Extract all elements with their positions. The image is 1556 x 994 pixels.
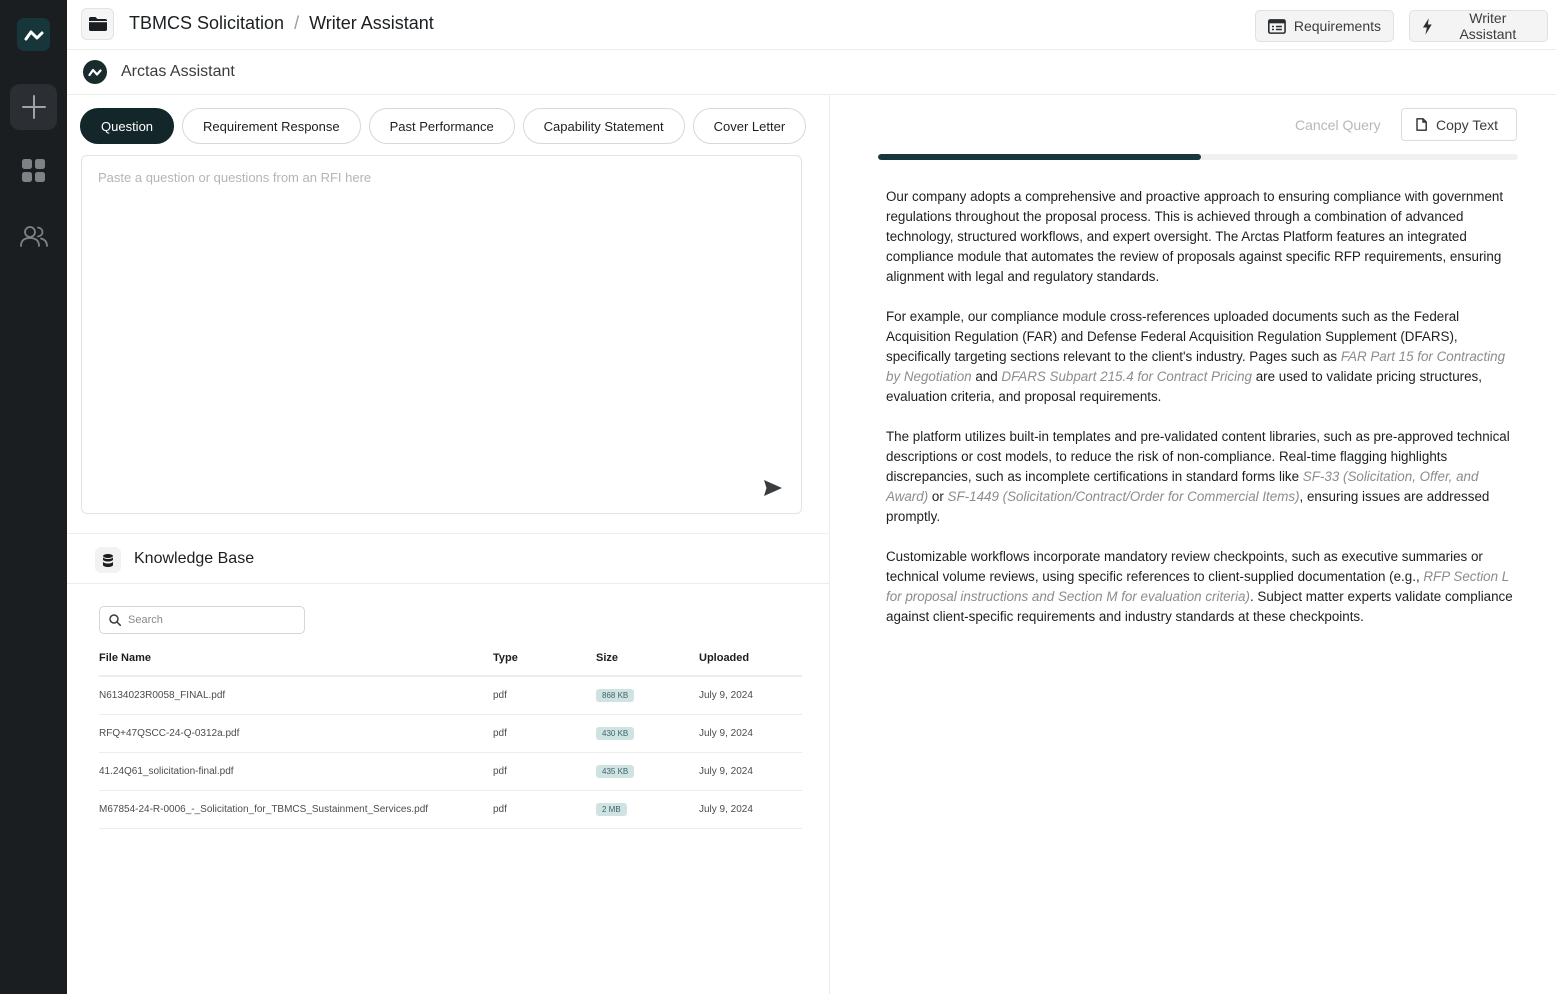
file-type: pdf: [493, 690, 507, 701]
search-icon: [109, 614, 121, 626]
send-button[interactable]: [763, 479, 783, 497]
breadcrumb-separator: /: [294, 13, 300, 33]
search-input[interactable]: [128, 614, 288, 626]
response-paragraph: Customizable workflows incorporate manda…: [886, 549, 1513, 624]
response-text: Our company adopts a comprehensive and p…: [886, 187, 1518, 647]
file-name: N6134023R0058_FINAL.pdf: [99, 690, 226, 701]
table-header-row: File Name Type Size Uploaded: [99, 641, 802, 677]
file-uploaded: July 9, 2024: [699, 804, 753, 815]
top-header: TBMCS Solicitation / Writer Assistant Re…: [67, 0, 1556, 50]
writer-assistant-button-label: Writer Assistant: [1459, 10, 1517, 42]
column-header-type[interactable]: Type: [493, 641, 518, 675]
breadcrumb-page: Writer Assistant: [309, 13, 434, 33]
table-icon: [1268, 18, 1286, 34]
table-row[interactable]: N6134023R0058_FINAL.pdf pdf 868 KB July …: [99, 677, 802, 715]
sidebar: [0, 0, 67, 994]
column-header-file-name[interactable]: File Name: [99, 641, 151, 675]
progress-fill: [878, 154, 1202, 160]
file-type: pdf: [493, 804, 507, 815]
mode-tabs: Question Requirement Response Past Perfo…: [80, 108, 807, 144]
files-table: File Name Type Size Uploaded N6134023R00…: [99, 641, 802, 829]
generation-progress-bar: [878, 154, 1518, 160]
document-icon: [1416, 118, 1427, 131]
response-paragraph: For example, our compliance module cross…: [886, 309, 1506, 404]
folder-icon: [88, 17, 107, 31]
file-uploaded: July 9, 2024: [699, 766, 753, 777]
requirements-button[interactable]: Requirements: [1255, 10, 1394, 42]
file-size-badge: 2 MB: [596, 803, 627, 816]
tab-cover-letter[interactable]: Cover Letter: [692, 108, 807, 144]
file-size-badge: 435 KB: [596, 765, 635, 778]
table-row[interactable]: RFQ+47QSCC-24-Q-0312a.pdf pdf 430 KB Jul…: [99, 715, 802, 753]
app-logo-icon[interactable]: [17, 18, 50, 51]
question-input[interactable]: [98, 170, 778, 470]
copy-text-button[interactable]: Copy Text: [1401, 108, 1517, 141]
reference-citation: DFARS Subpart 215.4 for Contract Pricing: [1001, 369, 1252, 384]
query-panel: Question Requirement Response Past Perfo…: [67, 95, 830, 994]
assistant-bar: Arctas Assistant: [67, 50, 1556, 95]
requirements-button-label: Requirements: [1293, 18, 1381, 34]
copy-text-label: Copy Text: [1436, 116, 1498, 133]
table-row[interactable]: 41.24Q61_solicitation-final.pdf pdf 435 …: [99, 753, 802, 791]
database-icon: [95, 547, 121, 573]
lightning-icon: [1422, 17, 1432, 35]
file-type: pdf: [493, 766, 507, 777]
send-icon: [764, 480, 782, 496]
folder-button[interactable]: [81, 8, 114, 40]
knowledge-base-title: Knowledge Base: [134, 550, 255, 567]
grid-icon: [21, 159, 45, 182]
tab-past-performance[interactable]: Past Performance: [368, 108, 515, 144]
cancel-query-button[interactable]: Cancel Query: [1295, 117, 1381, 133]
file-uploaded: July 9, 2024: [699, 728, 753, 739]
team-button[interactable]: [10, 213, 57, 259]
breadcrumb: TBMCS Solicitation / Writer Assistant: [129, 13, 434, 34]
file-uploaded: July 9, 2024: [699, 690, 753, 701]
users-icon: [19, 226, 48, 247]
column-header-size[interactable]: Size: [596, 641, 618, 675]
breadcrumb-project[interactable]: TBMCS Solicitation: [129, 13, 284, 34]
response-panel: Cancel Query Copy Text Our company adopt…: [831, 95, 1556, 994]
dashboard-button[interactable]: [10, 148, 57, 194]
file-name: 41.24Q61_solicitation-final.pdf: [99, 766, 234, 777]
file-search: [99, 606, 305, 634]
response-paragraph: Our company adopts a comprehensive and p…: [886, 189, 1504, 284]
file-type: pdf: [493, 728, 507, 739]
knowledge-base-header: Knowledge Base: [67, 533, 830, 584]
writer-assistant-button[interactable]: Writer Assistant: [1409, 10, 1548, 42]
question-box: [81, 155, 802, 514]
reference-citation: SF-1449 (Solicitation/Contract/Order for…: [947, 489, 1300, 504]
plus-icon: [21, 95, 46, 119]
table-row[interactable]: M67854-24-R-0006_-_Solicitation_for_TBMC…: [99, 791, 802, 829]
assistant-title: Arctas Assistant: [121, 63, 235, 80]
file-name: M67854-24-R-0006_-_Solicitation_for_TBMC…: [99, 804, 429, 815]
tab-question[interactable]: Question: [80, 108, 175, 144]
new-item-button[interactable]: [10, 84, 57, 130]
file-size-badge: 868 KB: [596, 689, 635, 702]
file-name: RFQ+47QSCC-24-Q-0312a.pdf: [99, 728, 240, 739]
file-size-badge: 430 KB: [596, 727, 635, 740]
column-header-uploaded[interactable]: Uploaded: [699, 641, 749, 675]
response-paragraph: The platform utilizes built-in templates…: [886, 429, 1510, 524]
tab-capability-statement[interactable]: Capability Statement: [522, 108, 685, 144]
tab-requirement-response[interactable]: Requirement Response: [182, 108, 361, 144]
assistant-logo-icon: [83, 60, 107, 84]
